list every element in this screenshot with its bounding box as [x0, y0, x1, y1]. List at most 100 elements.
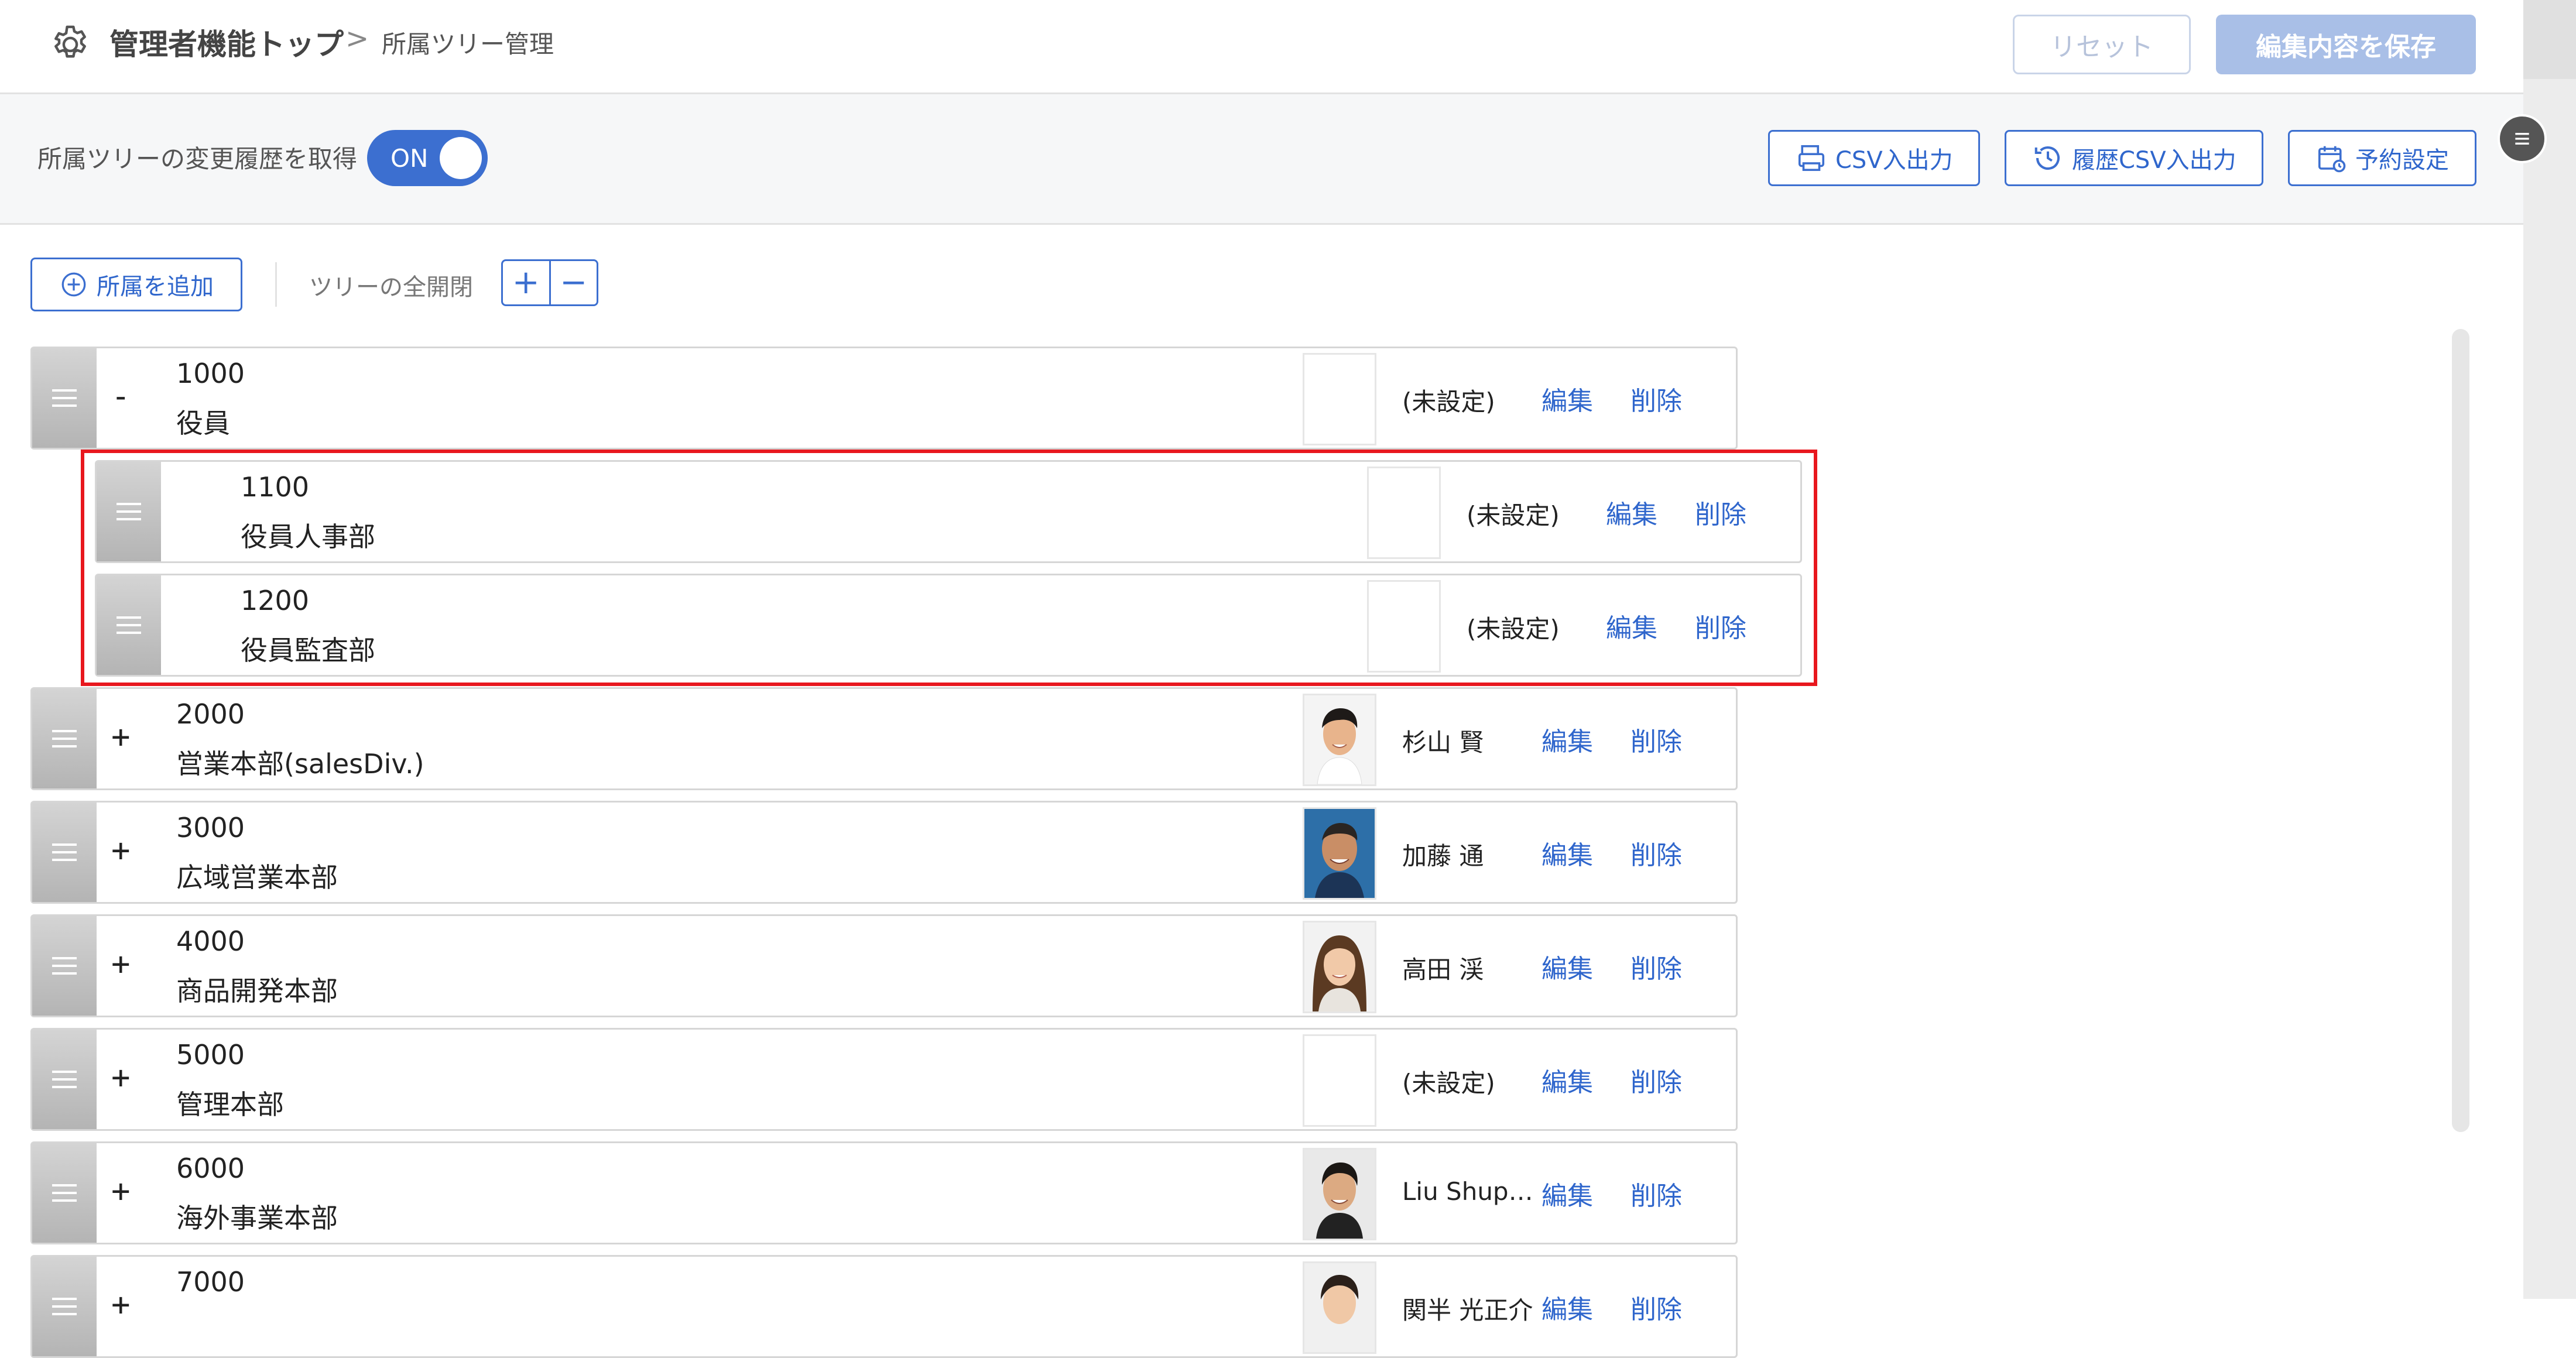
tree-row[interactable]: + 3000 広域営業本部 加藤 通 編集 削除 — [30, 801, 1738, 904]
add-department-label: 所属を追加 — [97, 273, 214, 300]
department-name: 営業本部(salesDiv.) — [176, 748, 424, 780]
manager-name: 加藤 通 — [1402, 842, 1484, 870]
history-label: 所属ツリーの変更履歴を取得 — [37, 145, 358, 173]
department-name: 広域営業本部 — [176, 862, 338, 893]
department-code: 2000 — [176, 698, 245, 730]
department-code: 7000 — [176, 1266, 245, 1298]
expand-all-button[interactable]: + — [503, 261, 551, 304]
add-department-button[interactable]: 所属を追加 — [30, 258, 242, 311]
history-csv-button[interactable]: 履歴CSV入出力 — [2005, 130, 2263, 186]
manager-name: (未設定) — [1402, 387, 1495, 416]
selection-highlight — [81, 450, 1817, 686]
right-side-strip-top — [2523, 0, 2576, 79]
expand-toggle[interactable]: + — [111, 832, 131, 869]
expand-collapse-group: + − — [501, 259, 598, 306]
delete-link[interactable]: 削除 — [1630, 380, 1682, 417]
tree-row[interactable]: + 6000 海外事業本部 Liu Shup… 編集 削除 — [30, 1141, 1738, 1244]
edit-link[interactable]: 編集 — [1542, 721, 1593, 758]
delete-link[interactable]: 削除 — [1630, 1061, 1682, 1099]
department-code: 4000 — [176, 925, 245, 957]
person-photo — [1304, 809, 1375, 898]
toggle-knob — [440, 137, 482, 179]
drag-handle-icon — [52, 1298, 77, 1315]
drag-handle[interactable] — [32, 803, 97, 902]
drag-handle[interactable] — [32, 348, 97, 448]
drag-handle-icon — [52, 1071, 77, 1088]
manager-name: 杉山 賢 — [1402, 728, 1484, 757]
plus-circle-icon — [61, 272, 86, 297]
menu-icon — [2515, 133, 2529, 145]
manager-name: 関半 光正介 — [1402, 1296, 1533, 1325]
edit-link[interactable]: 編集 — [1542, 948, 1593, 985]
drag-handle-icon — [52, 1184, 77, 1202]
breadcrumb-current: 所属ツリー管理 — [382, 30, 554, 59]
manager-photo — [1303, 694, 1376, 786]
drag-handle[interactable] — [32, 1030, 97, 1129]
drag-handle[interactable] — [32, 1257, 97, 1356]
expand-toggle[interactable]: - — [111, 378, 131, 414]
department-code: 3000 — [176, 812, 245, 843]
drag-handle-icon — [52, 389, 77, 407]
manager-photo — [1303, 1034, 1376, 1127]
drag-handle-icon — [52, 730, 77, 747]
side-menu-button[interactable] — [2498, 114, 2547, 163]
expand-toggle[interactable]: + — [111, 1286, 131, 1323]
edit-link[interactable]: 編集 — [1542, 1175, 1593, 1212]
manager-photo — [1303, 807, 1376, 900]
page-header: 管理者機能トップ > 所属ツリー管理 リセット 編集内容を保存 — [0, 0, 2523, 94]
collapse-all-button[interactable]: − — [551, 261, 597, 304]
edit-link[interactable]: 編集 — [1542, 380, 1593, 417]
manager-photo — [1303, 1261, 1376, 1354]
history-toggle[interactable]: ON — [367, 130, 488, 186]
tree-row[interactable]: + 7000 関半 光正介 編集 削除 — [30, 1255, 1738, 1358]
reset-button[interactable]: リセット — [2013, 15, 2191, 74]
tree-row[interactable]: + 2000 営業本部(salesDiv.) 杉山 賢 編集 削除 — [30, 687, 1738, 790]
tree-row[interactable]: - 1000 役員 (未設定) 編集 削除 — [30, 347, 1738, 450]
toggle-label: ON — [390, 144, 429, 173]
save-button[interactable]: 編集内容を保存 — [2216, 15, 2476, 74]
department-code: 6000 — [176, 1153, 245, 1184]
expand-toggle[interactable]: + — [111, 945, 131, 982]
edit-link[interactable]: 編集 — [1542, 834, 1593, 872]
calendar-icon — [2318, 146, 2346, 173]
department-code: 5000 — [176, 1039, 245, 1071]
department-name: 役員 — [176, 407, 230, 439]
tree-row[interactable]: + 5000 管理本部 (未設定) 編集 削除 — [30, 1028, 1738, 1131]
edit-link[interactable]: 編集 — [1542, 1061, 1593, 1099]
delete-link[interactable]: 削除 — [1630, 1288, 1682, 1326]
history-icon — [2034, 146, 2060, 170]
manager-name: (未設定) — [1402, 1069, 1495, 1098]
drag-handle-icon — [52, 957, 77, 975]
department-name: 海外事業本部 — [176, 1202, 338, 1234]
person-photo — [1304, 1150, 1375, 1239]
delete-link[interactable]: 削除 — [1630, 721, 1682, 758]
divider — [275, 262, 277, 307]
tree-row[interactable]: + 4000 商品開発本部 高田 渓 編集 削除 — [30, 914, 1738, 1017]
delete-link[interactable]: 削除 — [1630, 1175, 1682, 1212]
manager-photo — [1303, 921, 1376, 1013]
csv-button-label: CSV入出力 — [1835, 147, 1953, 174]
drag-handle[interactable] — [32, 916, 97, 1016]
manager-name: 高田 渓 — [1402, 955, 1484, 984]
gear-icon[interactable] — [48, 22, 93, 67]
expand-toggle[interactable]: + — [111, 718, 131, 755]
delete-link[interactable]: 削除 — [1630, 948, 1682, 985]
breadcrumb-top[interactable]: 管理者機能トップ — [109, 21, 344, 63]
edit-link[interactable]: 編集 — [1542, 1288, 1593, 1326]
person-photo — [1304, 923, 1375, 1011]
expand-toggle[interactable]: + — [111, 1059, 131, 1096]
person-photo — [1304, 695, 1375, 784]
person-photo — [1304, 1263, 1375, 1352]
schedule-button[interactable]: 予約設定 — [2288, 130, 2476, 186]
expand-toggle[interactable]: + — [111, 1172, 131, 1209]
delete-link[interactable]: 削除 — [1630, 834, 1682, 872]
department-name: 商品開発本部 — [176, 975, 338, 1007]
scrollbar[interactable] — [2452, 329, 2469, 1132]
drag-handle[interactable] — [32, 689, 97, 788]
manager-name: Liu Shup… — [1402, 1177, 1533, 1206]
csv-button[interactable]: CSV入出力 — [1768, 130, 1980, 186]
manager-photo — [1303, 1148, 1376, 1240]
drag-handle[interactable] — [32, 1143, 97, 1243]
breadcrumb-separator: > — [345, 22, 369, 55]
manager-photo — [1303, 353, 1376, 445]
